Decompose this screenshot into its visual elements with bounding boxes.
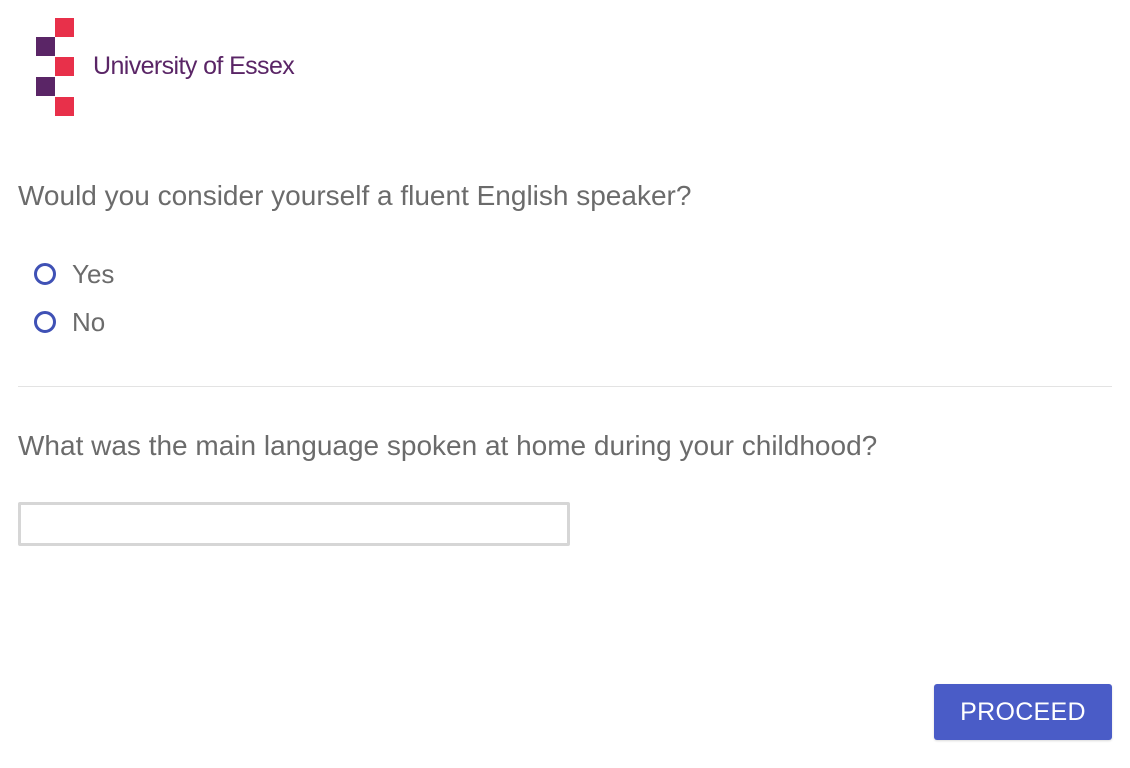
logo-mark-icon: [36, 18, 76, 116]
radio-label-yes: Yes: [72, 258, 115, 289]
question-fluent-english: Would you consider yourself a fluent Eng…: [18, 180, 692, 211]
radio-button-no[interactable]: [34, 311, 56, 333]
survey-page: University of Essex Would you consider y…: [0, 0, 1130, 768]
fluent-english-radio-group: Yes No: [34, 250, 114, 346]
radio-option-yes[interactable]: Yes: [34, 250, 114, 298]
radio-option-no[interactable]: No: [34, 298, 114, 346]
question-childhood-language: What was the main language spoken at hom…: [18, 430, 878, 461]
childhood-language-input[interactable]: [18, 502, 570, 546]
radio-button-yes[interactable]: [34, 263, 56, 285]
section-divider: [18, 386, 1112, 387]
logo-text: University of Essex: [93, 52, 295, 80]
proceed-button[interactable]: PROCEED: [934, 684, 1112, 740]
radio-label-no: No: [72, 306, 106, 337]
university-logo: University of Essex: [36, 18, 326, 116]
